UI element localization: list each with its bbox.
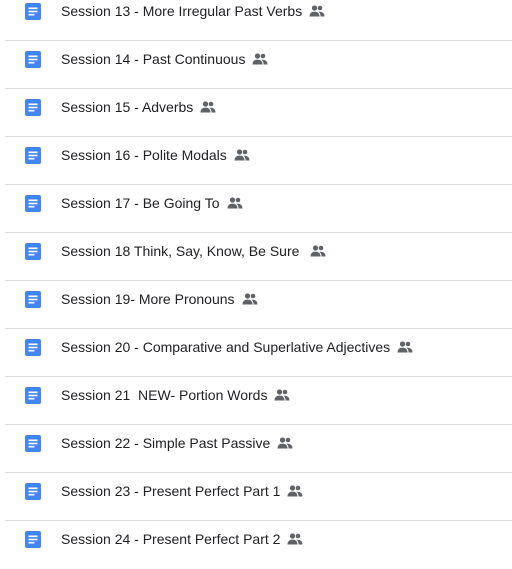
file-name-text: Session 22 - Simple Past Passive xyxy=(61,435,271,451)
file-name-text: Session 23 - Present Perfect Part 1 xyxy=(61,483,281,499)
file-name: Session 24 - Present Perfect Part 2 xyxy=(61,530,303,548)
google-docs-icon xyxy=(25,51,41,68)
shared-icon xyxy=(227,197,243,209)
shared-icon xyxy=(277,437,293,449)
file-list: Session 13 - More Irregular Past Verbs S… xyxy=(0,0,512,568)
file-name: Session 19- More Pronouns xyxy=(61,290,258,308)
google-docs-icon xyxy=(25,243,41,260)
file-name-text: Session 24 - Present Perfect Part 2 xyxy=(61,531,281,547)
file-row[interactable]: Session 17 - Be Going To xyxy=(5,186,512,233)
google-docs-icon xyxy=(25,531,41,548)
shared-icon xyxy=(310,245,326,257)
file-name: Session 21 NEW- Portion Words xyxy=(61,386,290,404)
file-name: Session 16 - Polite Modals xyxy=(61,146,250,164)
file-name: Session 15 - Adverbs xyxy=(61,98,216,116)
shared-icon xyxy=(287,533,303,545)
file-name-text: Session 21 NEW- Portion Words xyxy=(61,387,268,403)
file-row[interactable]: Session 19- More Pronouns xyxy=(5,282,512,329)
shared-icon xyxy=(274,389,290,401)
file-name: Session 17 - Be Going To xyxy=(61,194,243,212)
file-name-text: Session 20 - Comparative and Superlative… xyxy=(61,339,391,355)
file-row[interactable]: Session 22 - Simple Past Passive xyxy=(5,426,512,473)
file-row[interactable]: Session 13 - More Irregular Past Verbs xyxy=(5,0,512,41)
file-row[interactable]: Session 24 - Present Perfect Part 2 xyxy=(5,522,512,569)
file-row[interactable]: Session 18 Think, Say, Know, Be Sure xyxy=(5,234,512,281)
shared-icon xyxy=(309,5,325,17)
google-docs-icon xyxy=(25,195,41,212)
file-name-text: Session 15 - Adverbs xyxy=(61,99,194,115)
file-name-text: Session 16 - Polite Modals xyxy=(61,147,227,163)
google-docs-icon xyxy=(25,435,41,452)
shared-icon xyxy=(234,149,250,161)
file-name-text: Session 19- More Pronouns xyxy=(61,291,235,307)
shared-icon xyxy=(242,293,258,305)
file-name-text: Session 17 - Be Going To xyxy=(61,195,220,211)
file-row[interactable]: Session 16 - Polite Modals xyxy=(5,138,512,185)
shared-icon xyxy=(397,341,413,353)
file-name-text: Session 14 - Past Continuous xyxy=(61,51,246,67)
file-name: Session 18 Think, Say, Know, Be Sure xyxy=(61,242,326,260)
google-docs-icon xyxy=(25,339,41,356)
file-row[interactable]: Session 21 NEW- Portion Words xyxy=(5,378,512,425)
file-row[interactable]: Session 15 - Adverbs xyxy=(5,90,512,137)
file-name-text: Session 18 Think, Say, Know, Be Sure xyxy=(61,243,304,259)
file-name: Session 22 - Simple Past Passive xyxy=(61,434,293,452)
file-row[interactable]: Session 20 - Comparative and Superlative… xyxy=(5,330,512,377)
google-docs-icon xyxy=(25,387,41,404)
file-row[interactable]: Session 23 - Present Perfect Part 1 xyxy=(5,474,512,521)
google-docs-icon xyxy=(25,3,41,20)
file-row[interactable]: Session 14 - Past Continuous xyxy=(5,42,512,89)
google-docs-icon xyxy=(25,291,41,308)
shared-icon xyxy=(252,53,268,65)
google-docs-icon xyxy=(25,483,41,500)
google-docs-icon xyxy=(25,99,41,116)
file-name: Session 23 - Present Perfect Part 1 xyxy=(61,482,303,500)
shared-icon xyxy=(200,101,216,113)
file-name: Session 14 - Past Continuous xyxy=(61,50,268,68)
file-name: Session 13 - More Irregular Past Verbs xyxy=(61,2,325,20)
shared-icon xyxy=(287,485,303,497)
google-docs-icon xyxy=(25,147,41,164)
file-name-text: Session 13 - More Irregular Past Verbs xyxy=(61,3,303,19)
file-name: Session 20 - Comparative and Superlative… xyxy=(61,338,413,356)
